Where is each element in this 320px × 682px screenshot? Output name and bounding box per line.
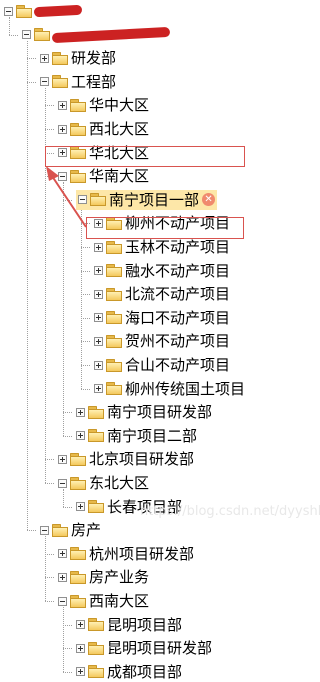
expand-toggle-icon[interactable] bbox=[76, 667, 85, 677]
folder-icon bbox=[88, 665, 105, 679]
expand-toggle-icon[interactable] bbox=[58, 572, 67, 582]
tree-node-label: 杭州项目研发部 bbox=[89, 544, 195, 563]
tree-node-label: 成都项目部 bbox=[107, 662, 183, 681]
tree-connector bbox=[45, 577, 54, 579]
expand-toggle-icon[interactable] bbox=[76, 643, 85, 653]
tree-node-label: 房产业务 bbox=[89, 568, 150, 587]
collapse-toggle-icon[interactable] bbox=[58, 596, 67, 606]
folder-icon bbox=[88, 641, 105, 655]
expand-toggle-icon[interactable] bbox=[76, 620, 85, 630]
tree-node-label: 昆明项目研发部 bbox=[107, 639, 213, 658]
tree-connector bbox=[63, 624, 72, 626]
tree-connector bbox=[63, 648, 72, 650]
tree-node[interactable]: 西南大区 bbox=[58, 591, 149, 611]
tree-node[interactable]: 昆明项目部 bbox=[76, 615, 182, 635]
arrow-head bbox=[46, 166, 59, 181]
tree-node-label: 昆明项目部 bbox=[107, 615, 183, 634]
tree-node[interactable]: 杭州项目研发部 bbox=[58, 544, 194, 564]
tree-connector bbox=[45, 601, 54, 602]
arrow-shaft bbox=[51, 175, 87, 228]
tree-node-label: 西南大区 bbox=[89, 592, 150, 610]
tree-connector bbox=[45, 553, 54, 555]
folder-icon bbox=[70, 547, 87, 561]
folder-icon bbox=[70, 594, 87, 608]
expand-toggle-icon[interactable] bbox=[58, 549, 67, 559]
tree-node[interactable]: 房产业务 bbox=[58, 567, 149, 587]
tree-connector bbox=[45, 536, 46, 601]
tree-connector bbox=[63, 671, 72, 673]
tree-node[interactable]: 昆明项目研发部 bbox=[76, 638, 212, 658]
tree-connector bbox=[63, 607, 64, 672]
folder-icon bbox=[88, 618, 105, 632]
watermark: https://blog.csdn.net/dyyshb bbox=[140, 504, 320, 519]
tree-node[interactable]: 成都项目部 bbox=[76, 662, 182, 682]
annotation-arrow bbox=[46, 166, 87, 228]
folder-icon bbox=[70, 570, 87, 584]
